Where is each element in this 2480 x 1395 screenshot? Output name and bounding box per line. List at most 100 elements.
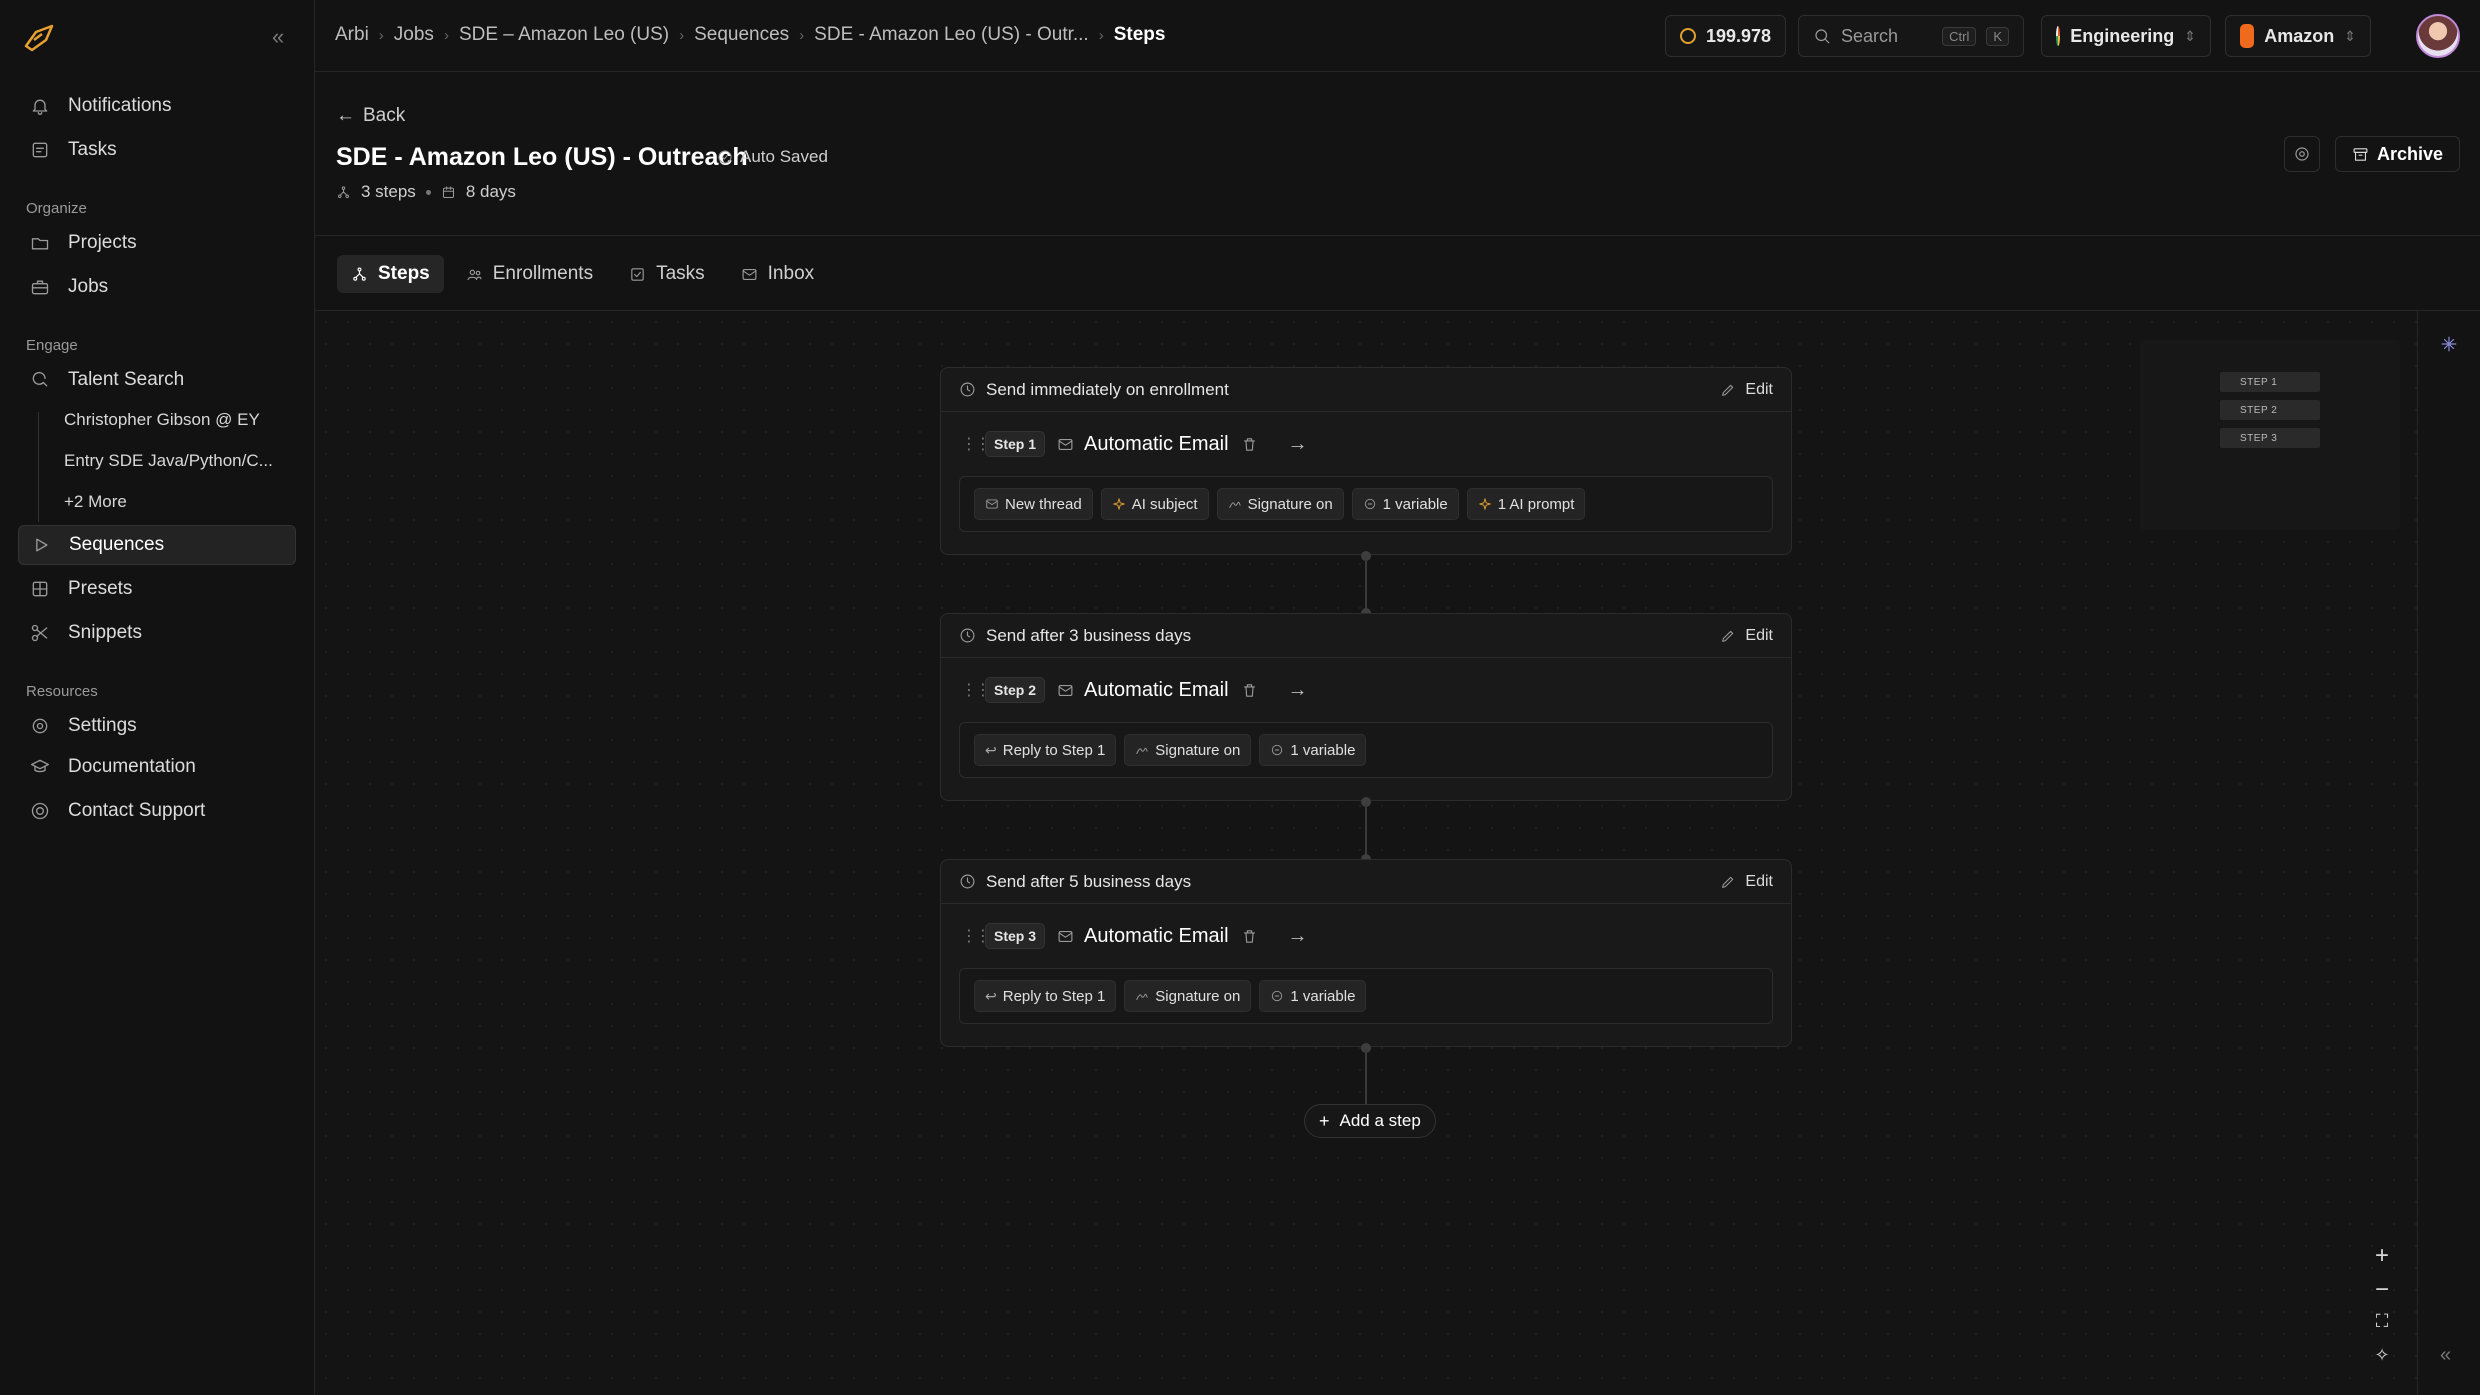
- archive-button[interactable]: Archive: [2335, 136, 2461, 172]
- tab-inbox[interactable]: Inbox: [727, 255, 828, 293]
- chip-label: Reply to Step 1: [1002, 987, 1106, 1005]
- chip-reply: ↩ Reply to Step 1: [974, 734, 1117, 766]
- step-connector: [1365, 802, 1367, 859]
- arrow-right-icon[interactable]: →: [1288, 433, 1308, 456]
- breadcrumb-item[interactable]: SDE - Amazon Leo (US) - Outr...: [814, 24, 1089, 46]
- step-type[interactable]: Automatic Email: [1057, 433, 1229, 456]
- drag-handle-icon[interactable]: ⋮⋮: [961, 926, 991, 946]
- chevron-updown-icon: ⇕: [2344, 27, 2356, 44]
- breadcrumb-item[interactable]: Arbi: [335, 24, 369, 46]
- sidebar-item-tasks[interactable]: Tasks: [18, 130, 296, 170]
- breadcrumb-separator-icon: ›: [679, 26, 685, 44]
- step-type[interactable]: Automatic Email: [1057, 679, 1229, 702]
- chip-ai-prompt: 1 AI prompt: [1466, 488, 1586, 520]
- breadcrumb-item[interactable]: Jobs: [394, 24, 434, 46]
- add-step-button[interactable]: + Add a step: [1304, 1104, 1436, 1138]
- step-settings[interactable]: New thread AI subject Signature on 1 var…: [959, 476, 1773, 532]
- saved-search-item[interactable]: Entry SDE Java/Python/C...: [64, 451, 284, 471]
- expand-panel-icon[interactable]: «: [2440, 1344, 2451, 1367]
- saved-search-item[interactable]: Christopher Gibson @ EY: [64, 410, 284, 430]
- auto-layout-icon[interactable]: ✧: [2370, 1345, 2394, 1366]
- fit-view-icon[interactable]: ⛶: [2370, 1311, 2394, 1332]
- collapse-sidebar-icon[interactable]: «: [272, 24, 284, 50]
- search-placeholder: Search: [1841, 25, 1899, 46]
- sidebar-item-snippets[interactable]: Snippets: [18, 613, 296, 653]
- breadcrumb-separator-icon: ›: [443, 26, 449, 44]
- sidebar-item-notifications[interactable]: Notifications: [18, 86, 296, 126]
- search-input[interactable]: Search Ctrl K: [1798, 15, 2024, 57]
- sidebar-item-talent-search[interactable]: Talent Search: [18, 360, 296, 400]
- mail-icon: [1058, 930, 1073, 942]
- minimap[interactable]: STEP 1 STEP 2 STEP 3: [2140, 340, 2400, 530]
- breadcrumb-item[interactable]: SDE – Amazon Leo (US): [459, 24, 669, 46]
- edit-timing-button[interactable]: Edit: [1720, 627, 1773, 645]
- credits-badge[interactable]: 199.978: [1665, 15, 1787, 57]
- avatar[interactable]: [2416, 14, 2460, 58]
- tab-tasks[interactable]: Tasks: [615, 255, 719, 293]
- zoom-out-icon[interactable]: −: [2370, 1276, 2394, 1304]
- minimap-node: STEP 3: [2220, 428, 2320, 448]
- step-settings[interactable]: ↩ Reply to Step 1 Signature on 1 variable: [959, 968, 1773, 1024]
- lifebuoy-icon: [31, 802, 49, 820]
- grid-icon: [32, 581, 48, 597]
- breadcrumb-current: Steps: [1113, 24, 1166, 45]
- sidebar-item-presets[interactable]: Presets: [18, 569, 296, 609]
- checklist-icon: [32, 142, 48, 158]
- breadcrumb-item[interactable]: Sequences: [694, 24, 789, 46]
- sidebar-item-label: Jobs: [68, 276, 109, 297]
- trash-icon[interactable]: [1241, 436, 1258, 453]
- more-searches-link[interactable]: +2 More: [64, 492, 284, 512]
- section-engage: Engage: [26, 337, 78, 354]
- trash-icon[interactable]: [1241, 682, 1258, 699]
- step-type[interactable]: Automatic Email: [1057, 925, 1229, 948]
- mail-icon: [986, 499, 998, 509]
- arrow-right-icon[interactable]: →: [1288, 925, 1308, 948]
- chip-label: Reply to Step 1: [1002, 741, 1106, 759]
- autosave-status: Auto Saved: [717, 147, 828, 167]
- chip-label: 1 AI prompt: [1497, 495, 1575, 513]
- trash-icon[interactable]: [1241, 928, 1258, 945]
- sidebar-item-contact-support[interactable]: Contact Support: [18, 791, 296, 831]
- credits-icon: [1680, 28, 1696, 44]
- breadcrumb: Arbi › Jobs › SDE – Amazon Leo (US) › Se…: [335, 24, 1165, 46]
- sequence-meta: 3 steps 8 days: [336, 182, 516, 202]
- sequence-settings-button[interactable]: [2284, 136, 2320, 172]
- arrow-right-icon[interactable]: →: [1288, 679, 1308, 702]
- chip-new-thread: New thread: [974, 488, 1093, 520]
- tab-steps[interactable]: Steps: [337, 255, 444, 293]
- back-button[interactable]: ← Back: [336, 105, 405, 127]
- step-settings[interactable]: ↩ Reply to Step 1 Signature on 1 variable: [959, 722, 1773, 778]
- zoom-in-icon[interactable]: +: [2370, 1242, 2394, 1270]
- step-row: ⋮⋮ Step 2 Automatic Email →: [941, 658, 1791, 722]
- sidebar-item-sequences[interactable]: Sequences: [18, 525, 296, 565]
- sidebar-item-jobs[interactable]: Jobs: [18, 267, 296, 307]
- sparkle-icon[interactable]: [2440, 335, 2458, 353]
- chip-label: 1 variable: [1382, 495, 1448, 513]
- sidebar-item-documentation[interactable]: Documentation: [18, 747, 296, 787]
- edit-timing-button[interactable]: Edit: [1720, 381, 1773, 399]
- company-logo-icon: [2240, 24, 2255, 48]
- team-select[interactable]: Engineering ⇕: [2041, 15, 2211, 57]
- graduation-cap-icon: [31, 759, 49, 773]
- chip-variables: 1 variable: [1259, 980, 1367, 1012]
- edit-timing-button[interactable]: Edit: [1720, 873, 1773, 891]
- tab-enrollments[interactable]: Enrollments: [452, 255, 607, 293]
- play-icon: [36, 538, 48, 552]
- minimap-node: STEP 2: [2220, 400, 2320, 420]
- sidebar-item-projects[interactable]: Projects: [18, 223, 296, 263]
- chip-label: 1 variable: [1290, 741, 1356, 759]
- steps-count: 3 steps: [361, 182, 416, 201]
- sidebar-item-label: Snippets: [68, 622, 142, 643]
- app-logo[interactable]: [22, 22, 56, 52]
- top-bar: Arbi › Jobs › SDE – Amazon Leo (US) › Se…: [315, 0, 2480, 72]
- sidebar-item-label: Notifications: [68, 95, 172, 116]
- timing-label: Send immediately on enrollment: [986, 379, 1229, 399]
- drag-handle-icon[interactable]: ⋮⋮: [961, 434, 991, 454]
- company-select[interactable]: Amazon ⇕: [2225, 15, 2371, 57]
- sidebar-item-label: Tasks: [68, 139, 117, 160]
- breadcrumb-separator-icon: ›: [1098, 26, 1104, 44]
- sparkle-icon: [1479, 498, 1491, 510]
- step-timing: Send after 5 business days Edit: [941, 860, 1791, 904]
- sidebar-item-settings[interactable]: Settings: [18, 706, 296, 746]
- drag-handle-icon[interactable]: ⋮⋮: [961, 680, 991, 700]
